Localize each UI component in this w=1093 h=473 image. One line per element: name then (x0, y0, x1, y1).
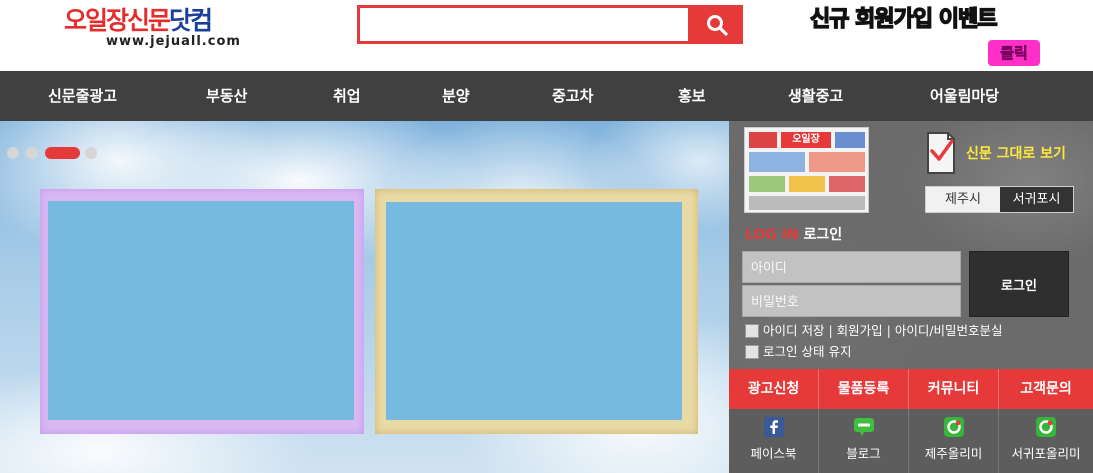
nav-item-community[interactable]: 어울림마당 (930, 71, 999, 121)
thumb-block (809, 152, 865, 172)
region-seogwipo-button[interactable]: 서귀포시 (1000, 187, 1073, 212)
find-account-link[interactable]: 아이디/비밀번호분실 (895, 323, 1003, 338)
password-input[interactable] (742, 285, 961, 317)
region-toggle: 제주시 서귀포시 (925, 186, 1074, 213)
signup-event-banner[interactable]: 신규 회원가입 이벤트 클릭 (808, 5, 1044, 67)
nav-item-promotion[interactable]: 홍보 (678, 71, 706, 121)
main-nav: 신문줄광고 부동산 취업 분양 중고차 홍보 생활중고 어울림마당 (0, 71, 1093, 121)
site-logo[interactable]: 오일장신문닷컴 www.jejuall.com (64, 6, 280, 52)
social-label: 서귀포올리미 (1011, 446, 1081, 461)
slider-dot[interactable] (26, 147, 38, 159)
thumb-block (749, 132, 777, 148)
social-label: 제주올리미 (924, 446, 983, 461)
thumb-block (749, 176, 785, 192)
save-id-label[interactable]: 아이디 저장 (763, 323, 824, 338)
thumb-block (789, 176, 825, 192)
social-menu: 페이스북 블로그 제주올리미 서귀포올리미 (729, 409, 1093, 473)
quick-item-community[interactable]: 커뮤니티 (909, 369, 999, 409)
hero-card-image (48, 201, 354, 420)
thumb-title: 오일장 (781, 132, 831, 148)
social-item-seogwipo-olimi[interactable]: 서귀포올리미 (999, 409, 1093, 473)
nav-item-real-estate[interactable]: 부동산 (206, 71, 247, 121)
quick-item-support[interactable]: 고객문의 (999, 369, 1093, 409)
thumb-block (749, 152, 805, 172)
view-newspaper-link[interactable]: 신문 그대로 보기 (924, 131, 1084, 181)
social-item-jeju-olimi[interactable]: 제주올리미 (909, 409, 999, 473)
search-button[interactable] (690, 5, 743, 44)
separator: | (882, 323, 895, 338)
hero-card-image (386, 202, 682, 420)
olimi-icon (944, 417, 964, 437)
logo-wordmark: 오일장신문닷컴 (64, 6, 213, 36)
quick-menu: 광고신청 물품등록 커뮤니티 고객문의 (729, 369, 1093, 409)
login-button[interactable]: 로그인 (969, 251, 1069, 317)
separator: | (824, 323, 837, 338)
thumb-block (835, 132, 865, 148)
hero-card[interactable] (40, 189, 364, 434)
user-id-input[interactable] (742, 251, 961, 283)
save-id-checkbox[interactable] (745, 324, 759, 338)
social-label: 페이스북 (750, 446, 797, 461)
login-title-en: LOG IN (745, 227, 799, 243)
keep-login-label[interactable]: 로그인 상태 유지 (763, 343, 851, 361)
slider-dot-active[interactable] (45, 147, 80, 159)
logo-text-blue: 닷컴 (169, 6, 213, 35)
logo-text-red: 오일장신문 (64, 6, 171, 35)
login-options: 아이디 저장 | 회원가입 | 아이디/비밀번호분실 (763, 322, 1003, 340)
keep-login-checkbox[interactable] (745, 345, 759, 359)
login-title: LOG IN 로그인 (745, 224, 842, 244)
region-jeju-button[interactable]: 제주시 (926, 187, 1000, 212)
quick-item-ad-apply[interactable]: 광고신청 (729, 369, 819, 409)
view-newspaper-label: 신문 그대로 보기 (966, 146, 1066, 162)
event-click-button[interactable]: 클릭 (988, 40, 1040, 66)
header: 오일장신문닷컴 www.jejuall.com 신규 회원가입 이벤트 클릭 (0, 0, 1093, 71)
nav-item-presale[interactable]: 분양 (442, 71, 470, 121)
search-icon (707, 15, 728, 36)
social-label: 블로그 (846, 446, 881, 461)
hero-card[interactable] (375, 189, 698, 434)
nav-item-jobs[interactable]: 취업 (333, 71, 361, 121)
page: 오일장신문닷컴 www.jejuall.com 신규 회원가입 이벤트 클릭 신… (0, 0, 1093, 473)
newspaper-thumbnail[interactable]: 오일장 (744, 127, 869, 213)
login-title-ko: 로그인 (798, 227, 843, 243)
sidebar: 오일장 신문 그대로 보기 제주시 서귀포시 LOG IN 로그인 아이디 로그… (729, 121, 1093, 473)
facebook-icon (764, 417, 784, 437)
hero-slider (0, 121, 729, 473)
search-input[interactable] (357, 5, 691, 44)
event-text-highlight: 이벤트 (938, 6, 998, 32)
event-text-main: 신규 회원가입 (809, 6, 939, 32)
quick-item-goods-register[interactable]: 물품등록 (819, 369, 909, 409)
nav-item-used-goods[interactable]: 생활중고 (788, 71, 843, 121)
slider-dot[interactable] (85, 147, 97, 159)
thumb-block (749, 196, 865, 210)
slider-dot[interactable] (7, 147, 19, 159)
nav-item-newspaper-ads[interactable]: 신문줄광고 (48, 71, 117, 121)
blog-icon (854, 418, 874, 436)
nav-item-used-cars[interactable]: 중고차 (552, 71, 593, 121)
thumb-block (829, 176, 865, 192)
social-item-facebook[interactable]: 페이스북 (729, 409, 819, 473)
event-text: 신규 회원가입 이벤트 (809, 5, 998, 35)
social-item-blog[interactable]: 블로그 (819, 409, 909, 473)
logo-url: www.jejuall.com (106, 34, 241, 49)
newspaper-check-icon (927, 132, 955, 174)
olimi-icon (1036, 417, 1056, 437)
join-link[interactable]: 회원가입 (837, 323, 883, 338)
